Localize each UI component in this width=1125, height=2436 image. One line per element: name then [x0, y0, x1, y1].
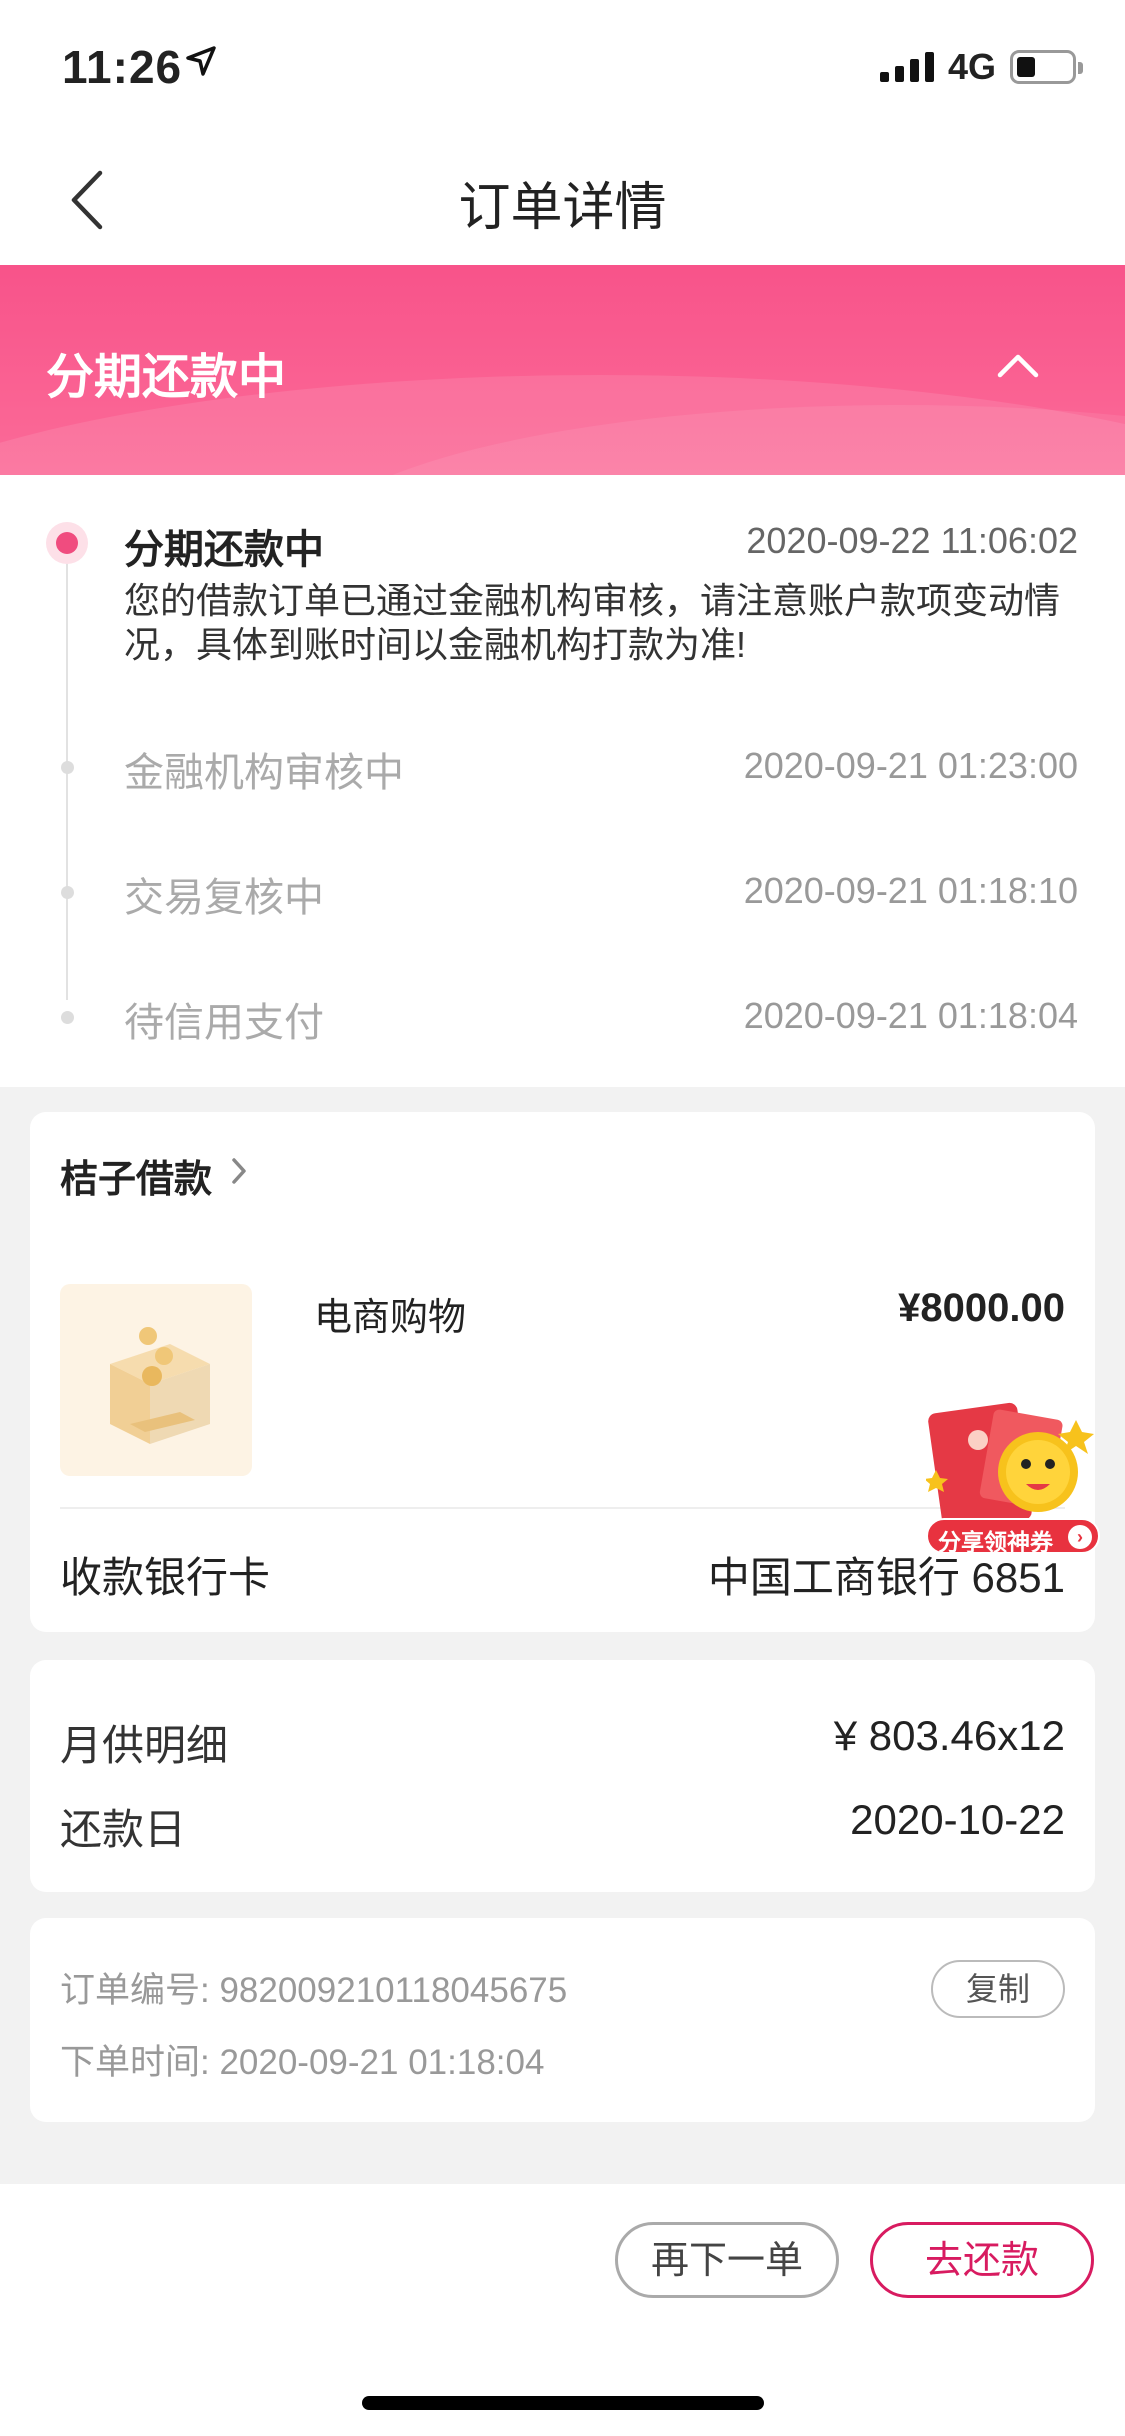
divider: [60, 1507, 1065, 1509]
chevron-up-icon[interactable]: [996, 351, 1040, 381]
nav-bar: 订单详情: [0, 135, 1125, 265]
repayment-card: 月供明细 ¥ 803.46x12 还款日 2020-10-22: [30, 1660, 1095, 1892]
network-type: 4G: [948, 46, 997, 87]
repay-button[interactable]: 去还款: [870, 2222, 1094, 2298]
timeline-dot: [61, 761, 74, 774]
product-name: 电商购物: [314, 1297, 467, 1339]
timeline-step-time: 2020-09-21 01:18:04: [743, 995, 1078, 1036]
due-date-value: 2020-10-22: [850, 1796, 1065, 1843]
timeline-dot: [61, 886, 74, 899]
banner-title: 分期还款中: [46, 351, 287, 404]
arrow-right-circle-icon: ›: [1068, 1525, 1092, 1549]
product-thumbnail: [60, 1284, 252, 1476]
page-title: 订单详情: [458, 179, 667, 237]
footer-bar: 再下一单 去还款: [0, 2184, 1125, 2436]
timeline-step-title: 待信用支付: [124, 1001, 324, 1045]
timeline-dot-active: [46, 522, 88, 564]
chevron-right-icon[interactable]: [230, 1156, 248, 1186]
timeline-step-title: 金融机构审核中: [124, 751, 404, 795]
bank-card-label: 收款银行卡: [60, 1554, 271, 1601]
home-indicator[interactable]: [362, 2396, 764, 2410]
timeline-step-time: 2020-09-21 01:23:00: [743, 745, 1078, 786]
status-banner: 分期还款中: [0, 265, 1125, 475]
promo-pill[interactable]: 分享领神券 ›: [926, 1518, 1100, 1555]
timeline-step-title: 分期还款中: [124, 528, 324, 572]
coin-box-icon: [110, 1327, 210, 1444]
timeline-step-time: 2020-09-22 11:06:02: [746, 520, 1078, 561]
timeline-dot: [61, 1011, 74, 1024]
location-arrow-icon: [186, 46, 216, 76]
due-date-label: 还款日: [60, 1806, 187, 1853]
status-bar: 11:26 4G: [0, 0, 1125, 135]
reorder-button[interactable]: 再下一单: [615, 2222, 839, 2298]
status-time: 11:26: [62, 41, 183, 93]
product-price: ¥8000.00: [898, 1286, 1065, 1330]
monthly-payment-value: ¥ 803.46x12: [833, 1712, 1065, 1759]
timeline-step-title: 交易复核中: [124, 876, 324, 920]
copy-button[interactable]: 复制: [931, 1960, 1065, 2018]
timeline-line: [66, 550, 68, 1000]
order-timeline: 分期还款中 2020-09-22 11:06:02 您的借款订单已通过金融机构审…: [0, 475, 1125, 1087]
monthly-payment-label: 月供明细: [60, 1722, 229, 1769]
cellular-signal-icon: [880, 52, 934, 82]
order-number: 订单编号: 982009210118045675: [60, 1971, 568, 2010]
order-meta-card: 订单编号: 982009210118045675 下单时间: 2020-09-2…: [30, 1918, 1095, 2122]
lender-name[interactable]: 桔子借款: [60, 1148, 212, 1203]
battery-icon: [1010, 50, 1083, 84]
timeline-step-description: 您的借款订单已通过金融机构审核，请注意账户款项变动情况，具体到账时间以金融机构打…: [124, 580, 1061, 665]
order-time: 下单时间: 2020-09-21 01:18:04: [60, 2043, 545, 2082]
timeline-step-time: 2020-09-21 01:18:10: [743, 870, 1078, 911]
promo-label: 分享领神券: [938, 1529, 1053, 1555]
share-coupon-promo[interactable]: 分享领神券 ›: [924, 1400, 1104, 1560]
